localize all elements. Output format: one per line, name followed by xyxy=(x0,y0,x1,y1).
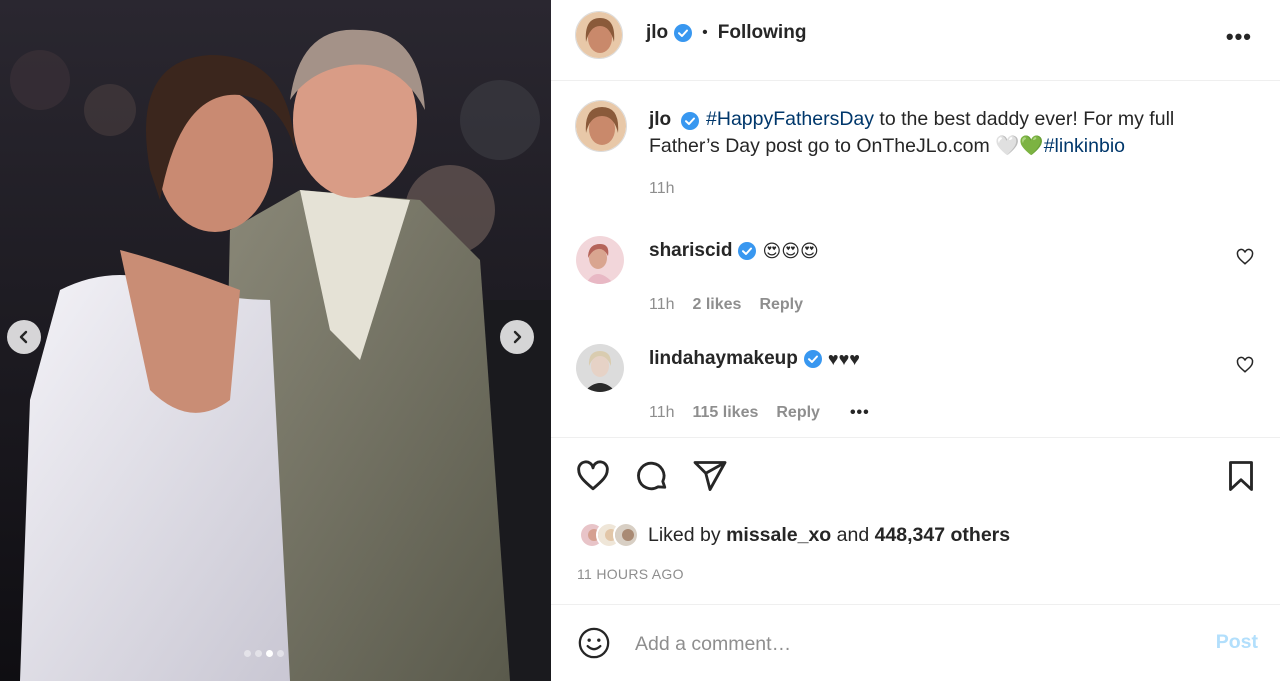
comment-line: shariscid 😍😍😍 xyxy=(649,240,819,262)
comment-meta: 11h 2 likes Reply xyxy=(649,296,803,314)
post-header: jlo • Following ••• xyxy=(551,0,1280,81)
likes-middle: and xyxy=(831,523,875,546)
following-button[interactable]: Following xyxy=(718,22,807,44)
header-separator: • xyxy=(702,24,708,41)
post-actions: Liked by missale_xo and 448,347 others 1… xyxy=(551,437,1280,605)
comment-input[interactable] xyxy=(635,629,1195,659)
liker-username[interactable]: missale_xo xyxy=(726,524,831,546)
post-comment-button[interactable]: Post xyxy=(1216,631,1258,654)
bookmark-icon[interactable] xyxy=(1223,458,1259,494)
hashtag-link[interactable]: #linkinbio xyxy=(1044,135,1125,157)
comment-like-heart-icon[interactable] xyxy=(1236,356,1254,374)
commenter-username[interactable]: shariscid xyxy=(649,240,732,262)
comment-timestamp[interactable]: 11h xyxy=(649,404,675,422)
carousel-dot xyxy=(277,650,284,657)
commenter-username[interactable]: lindahaymakeup xyxy=(649,348,798,370)
comment-icon[interactable] xyxy=(634,458,670,494)
commenter-avatar[interactable] xyxy=(576,344,624,392)
post-details-panel: jlo • Following ••• jlo #HappyFathersDay… xyxy=(551,0,1280,681)
comment-text: ♥♥♥ xyxy=(827,348,860,369)
add-comment-bar: Post xyxy=(551,605,1280,681)
comment-line: lindahaymakeup ♥♥♥ xyxy=(649,348,860,370)
reply-button[interactable]: Reply xyxy=(759,296,803,314)
comment-like-heart-icon[interactable] xyxy=(1236,248,1254,266)
more-options-icon[interactable]: ••• xyxy=(1226,24,1252,50)
header-user-row: jlo • Following xyxy=(646,22,806,44)
verified-badge-icon xyxy=(803,350,822,368)
caption-timestamp[interactable]: 11h xyxy=(649,180,675,198)
caption-avatar[interactable] xyxy=(575,100,627,152)
emoji-icon[interactable] xyxy=(577,626,611,660)
post-media[interactable] xyxy=(0,0,551,681)
reply-button[interactable]: Reply xyxy=(776,404,820,422)
caption-text: jlo #HappyFathersDay to the best daddy e… xyxy=(649,106,1249,160)
author-username[interactable]: jlo xyxy=(646,22,668,44)
send-icon[interactable] xyxy=(692,458,728,494)
likes-prefix: Liked by xyxy=(648,523,727,546)
likes-count[interactable]: 448,347 others xyxy=(875,524,1011,546)
carousel-dot-active xyxy=(266,650,273,657)
verified-badge-icon xyxy=(680,111,699,130)
next-photo-button[interactable] xyxy=(500,320,534,354)
carousel-dot xyxy=(255,650,262,657)
comment-likes[interactable]: 2 likes xyxy=(693,296,742,314)
commenter-avatar[interactable] xyxy=(576,236,624,284)
comment-meta: 11h 115 likes Reply ••• xyxy=(649,404,870,422)
liker-avatar[interactable] xyxy=(613,522,639,548)
chevron-left-icon xyxy=(19,330,28,344)
previous-photo-button[interactable] xyxy=(7,320,41,354)
caption-emojis: 🤍💚 xyxy=(995,135,1044,157)
verified-badge-icon xyxy=(674,24,693,42)
hashtag-link[interactable]: #HappyFathersDay xyxy=(706,108,874,130)
post-photo xyxy=(0,0,551,681)
chevron-right-icon xyxy=(513,330,522,344)
comment-text: 😍😍😍 xyxy=(762,240,819,261)
post-timestamp[interactable]: 11 HOURS AGO xyxy=(577,566,684,582)
comment-timestamp[interactable]: 11h xyxy=(649,296,675,314)
likes-summary: Liked by missale_xo and 448,347 others xyxy=(579,522,1010,548)
author-avatar[interactable] xyxy=(575,11,623,59)
caption-username[interactable]: jlo xyxy=(649,109,671,130)
heart-icon[interactable] xyxy=(575,458,611,494)
carousel-indicator xyxy=(244,650,284,657)
likes-text: Liked by missale_xo and 448,347 others xyxy=(648,524,1010,547)
comment-more-icon[interactable]: ••• xyxy=(850,404,870,422)
carousel-dot xyxy=(244,650,251,657)
verified-badge-icon xyxy=(738,242,757,260)
comment-likes[interactable]: 115 likes xyxy=(693,404,759,422)
